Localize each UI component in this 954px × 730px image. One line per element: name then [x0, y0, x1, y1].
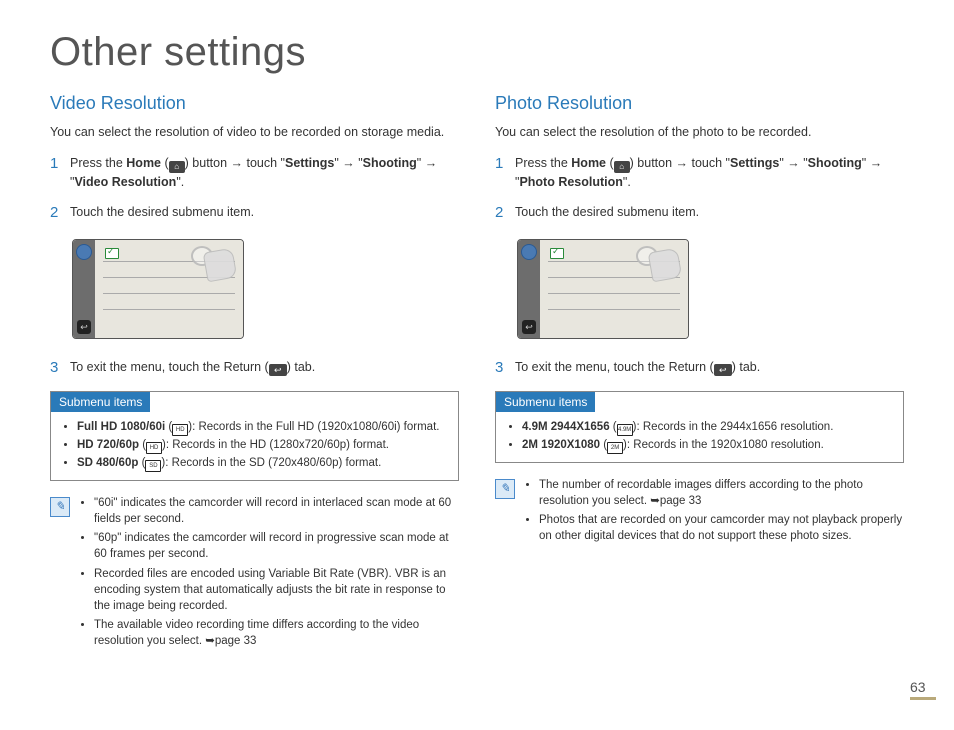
note-item: "60p" indicates the camcorder will recor… — [94, 530, 459, 562]
photo-step-2: 2 Touch the desired submenu item. — [495, 203, 904, 224]
step-number: 1 — [495, 153, 515, 175]
step-number: 2 — [50, 202, 70, 224]
page-number-bar — [910, 697, 936, 700]
touch-hand-icon — [191, 244, 235, 282]
video-step-2: 2 Touch the desired submenu item. — [50, 203, 459, 224]
item-name: HD 720/60p — [77, 439, 139, 451]
item-desc: Records in the HD (1280x720/60p) format. — [172, 439, 389, 451]
note-icon: ✎ — [50, 497, 70, 517]
item-name: 2M 1920X1080 — [522, 439, 600, 451]
submenu-item: Full HD 1080/60i (HD): Records in the Fu… — [77, 420, 446, 436]
return-icon — [269, 364, 287, 376]
submenu-header: Submenu items — [51, 392, 150, 412]
video-step-1: 1 Press the Home () button → touch "Sett… — [50, 154, 459, 191]
touch-hand-icon — [636, 244, 680, 282]
page-title: Other settings — [50, 30, 904, 75]
video-notes: ✎ "60i" indicates the camcorder will rec… — [50, 495, 459, 652]
fullhd-icon: HD — [172, 424, 188, 436]
note-icon: ✎ — [495, 479, 515, 499]
submenu-item: 2M 1920X1080 (2M): Records in the 1920x1… — [522, 438, 891, 454]
step-text: Touch the desired submenu item. — [70, 203, 459, 221]
check-icon — [105, 248, 119, 259]
page-number: 63 — [910, 679, 936, 700]
video-step-3: 3 To exit the menu, touch the Return ( ) … — [50, 358, 459, 379]
step-number: 3 — [50, 357, 70, 379]
globe-icon — [521, 244, 537, 260]
photo-step-3: 3 To exit the menu, touch the Return ( ) … — [495, 358, 904, 379]
home-icon — [614, 161, 630, 173]
text: Press the — [515, 156, 571, 170]
back-icon: ↩ — [77, 320, 91, 334]
photo-notes: ✎ The number of recordable images differ… — [495, 477, 904, 547]
home-label: Home — [571, 156, 606, 170]
shooting-label: Shooting — [808, 156, 862, 170]
step-number: 1 — [50, 153, 70, 175]
text: " → " — [334, 156, 362, 170]
target-label: Photo Resolution — [519, 175, 622, 189]
photo-submenu-box: Submenu items 4.9M 2944X1656 (4.9M): Rec… — [495, 391, 904, 463]
submenu-header: Submenu items — [496, 392, 595, 412]
hd-icon: HD — [146, 442, 162, 454]
home-icon — [169, 161, 185, 173]
photo-resolution-heading: Photo Resolution — [495, 93, 904, 114]
text: To exit the menu, touch the Return ( — [515, 360, 714, 374]
note-item: The number of recordable images differs … — [539, 477, 904, 509]
text: " → " — [779, 156, 807, 170]
photo-intro: You can select the resolution of the pho… — [495, 124, 904, 142]
item-name: Full HD 1080/60i — [77, 421, 165, 433]
return-icon — [714, 364, 732, 376]
item-name: SD 480/60p — [77, 457, 138, 469]
photo-step-1: 1 Press the Home () button → touch "Sett… — [495, 154, 904, 191]
photo-submenu-screenshot: ↩ — [517, 239, 689, 339]
note-item: Recorded files are encoded using Variabl… — [94, 566, 459, 614]
2m-icon: 2M — [607, 442, 623, 454]
submenu-item: SD 480/60p (SD): Records in the SD (720x… — [77, 456, 446, 472]
step-number: 3 — [495, 357, 515, 379]
left-column: Video Resolution You can select the reso… — [50, 93, 459, 652]
text: ) tab. — [732, 360, 761, 374]
submenu-item: HD 720/60p (HD): Records in the HD (1280… — [77, 438, 446, 454]
text: ". — [623, 175, 631, 189]
page-number-text: 63 — [910, 679, 926, 695]
item-name: 4.9M 2944X1656 — [522, 421, 610, 433]
text: button → touch " — [634, 156, 730, 170]
globe-icon — [76, 244, 92, 260]
shooting-label: Shooting — [363, 156, 417, 170]
home-label: Home — [126, 156, 161, 170]
check-icon — [550, 248, 564, 259]
right-column: Photo Resolution You can select the reso… — [495, 93, 904, 652]
video-intro: You can select the resolution of video t… — [50, 124, 459, 142]
video-submenu-screenshot: ↩ — [72, 239, 244, 339]
step-number: 2 — [495, 202, 515, 224]
step-text: Touch the desired submenu item. — [515, 203, 904, 221]
item-desc: Records in the 1920x1080 resolution. — [633, 439, 824, 451]
note-item: Photos that are recorded on your camcord… — [539, 512, 904, 544]
4-9m-icon: 4.9M — [617, 424, 633, 436]
note-item: "60i" indicates the camcorder will recor… — [94, 495, 459, 527]
item-desc: Records in the SD (720x480/60p) format. — [172, 457, 382, 469]
settings-label: Settings — [730, 156, 779, 170]
video-resolution-heading: Video Resolution — [50, 93, 459, 114]
text: ". — [176, 175, 184, 189]
text: Press the — [70, 156, 126, 170]
item-desc: Records in the 2944x1656 resolution. — [643, 421, 834, 433]
target-label: Video Resolution — [74, 175, 176, 189]
note-item: The available video recording time diffe… — [94, 617, 459, 649]
back-icon: ↩ — [522, 320, 536, 334]
text: ) tab. — [287, 360, 316, 374]
video-submenu-box: Submenu items Full HD 1080/60i (HD): Rec… — [50, 391, 459, 481]
sd-icon: SD — [145, 460, 161, 472]
text: To exit the menu, touch the Return ( — [70, 360, 269, 374]
item-desc: Records in the Full HD (1920x1080/60i) f… — [198, 421, 439, 433]
settings-label: Settings — [285, 156, 334, 170]
text: button → touch " — [189, 156, 285, 170]
submenu-item: 4.9M 2944X1656 (4.9M): Records in the 29… — [522, 420, 891, 436]
